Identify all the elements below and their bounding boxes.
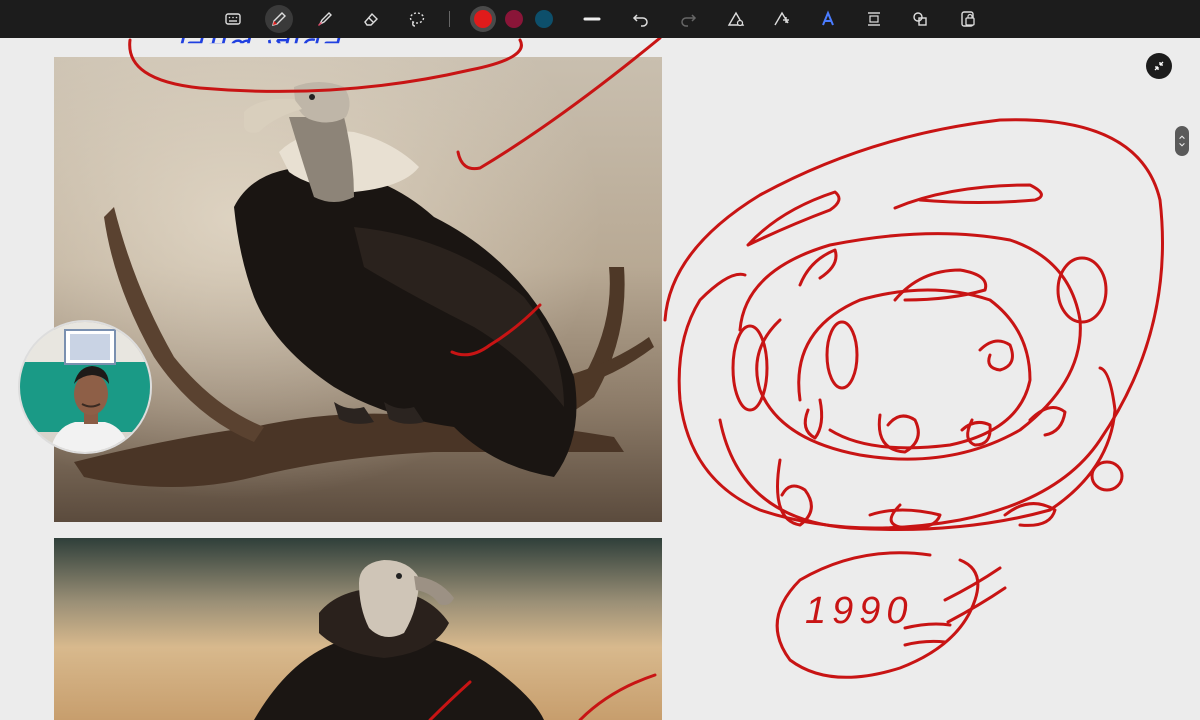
- space-icon[interactable]: [860, 5, 888, 33]
- redo-icon[interactable]: [674, 5, 702, 33]
- lasso-icon[interactable]: [403, 5, 431, 33]
- ink-toolbar: [0, 0, 1200, 38]
- undo-icon[interactable]: [627, 5, 655, 33]
- highlighter-icon[interactable]: [311, 5, 339, 33]
- stroke-width-icon[interactable]: [578, 5, 606, 33]
- collapse-icon[interactable]: [1146, 53, 1172, 79]
- ruler-icon[interactable]: [722, 5, 750, 33]
- shapes-icon[interactable]: [906, 5, 934, 33]
- eraser-icon[interactable]: [357, 5, 385, 33]
- shape-icon[interactable]: [768, 5, 796, 33]
- color-teal-swatch[interactable]: [535, 10, 553, 28]
- lock-icon[interactable]: [954, 5, 982, 33]
- vulture-portrait-image: [54, 538, 662, 720]
- color-maroon-swatch[interactable]: [505, 10, 523, 28]
- text-ink-icon[interactable]: [814, 5, 842, 33]
- color-red-swatch[interactable]: [474, 10, 492, 28]
- pen-icon[interactable]: [265, 5, 293, 33]
- keyboard-icon[interactable]: [219, 5, 247, 33]
- handwritten-year: 1990: [805, 590, 914, 632]
- scrollbar-handle[interactable]: [1175, 126, 1189, 156]
- toolbar-divider: [449, 11, 450, 27]
- vulture-on-branch-image: [54, 57, 662, 522]
- presenter-webcam: [18, 320, 152, 454]
